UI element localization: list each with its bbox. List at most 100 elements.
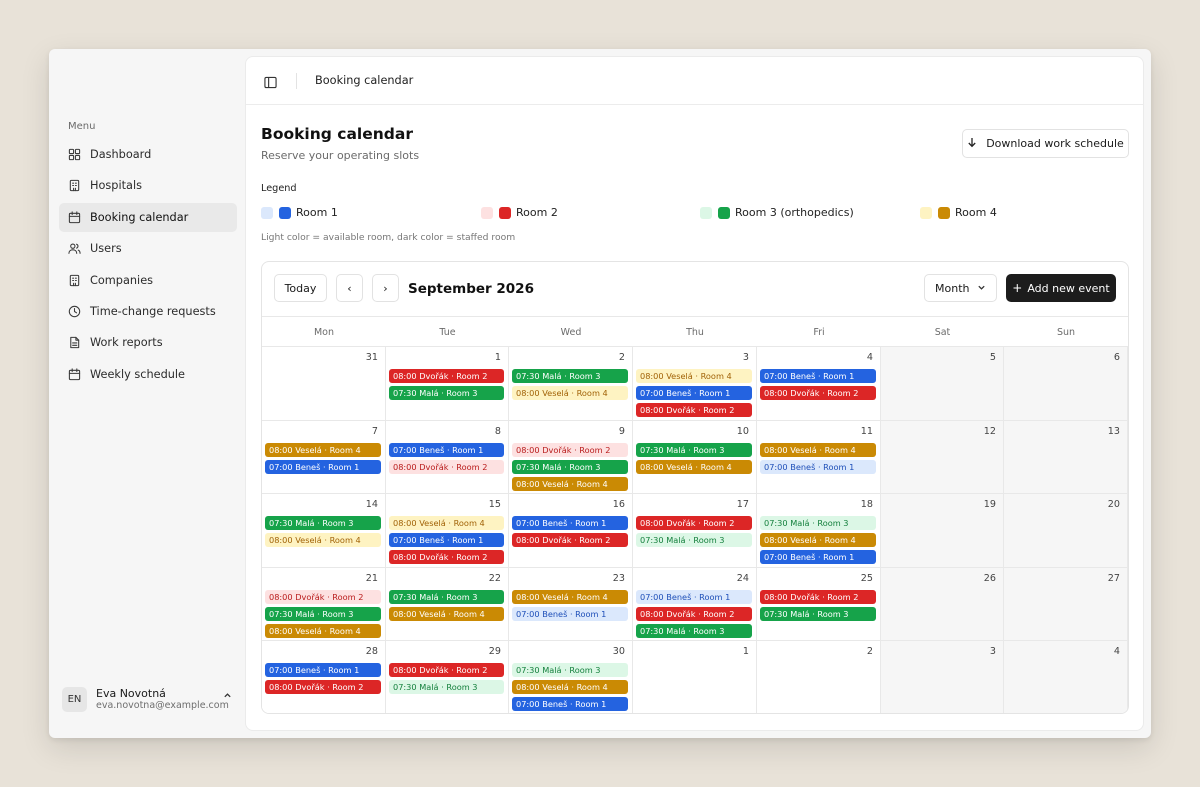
- calendar-event[interactable]: 07:00 Beneš · Room 1: [265, 460, 381, 474]
- sidebar-item-work-reports[interactable]: Work reports: [59, 328, 237, 357]
- calendar-event[interactable]: 07:00 Beneš · Room 1: [512, 516, 628, 530]
- calendar-event[interactable]: 07:30 Malá · Room 3: [636, 624, 752, 638]
- calendar-event[interactable]: 07:00 Beneš · Room 1: [389, 533, 504, 547]
- view-select[interactable]: Month: [924, 274, 997, 302]
- calendar-event[interactable]: 07:00 Beneš · Room 1: [636, 590, 752, 604]
- day-cell[interactable]: 8 07:00 Beneš · Room 1 08:00 Dvořák · Room…: [386, 421, 509, 494]
- calendar-event[interactable]: 07:30 Malá · Room 3: [512, 369, 628, 383]
- download-schedule-button[interactable]: Download work schedule: [962, 129, 1129, 158]
- day-cell[interactable]: 7 08:00 Veselá · Room 4 07:00 Beneš · Room…: [262, 421, 386, 494]
- calendar-event[interactable]: 07:00 Beneš · Room 1: [265, 663, 381, 677]
- day-cell[interactable]: 22 07:30 Malá · Room 3 08:00 Veselá · Room…: [386, 568, 509, 641]
- calendar-event[interactable]: 07:30 Malá · Room 3: [512, 460, 628, 474]
- day-cell[interactable]: 21 08:00 Dvořák · Room 2 07:30 Malá · Room…: [262, 568, 386, 641]
- calendar-event[interactable]: 07:30 Malá · Room 3: [636, 443, 752, 457]
- calendar-event[interactable]: 07:30 Malá · Room 3: [389, 590, 504, 604]
- day-cell[interactable]: 17 08:00 Dvořák · Room 2 07:30 Malá · Room…: [633, 494, 757, 568]
- calendar-event[interactable]: 07:00 Beneš · Room 1: [636, 386, 752, 400]
- day-cell[interactable]: 6: [1004, 347, 1128, 421]
- sidebar-item-hospitals[interactable]: Hospitals: [59, 171, 237, 200]
- sidebar-toggle-icon[interactable]: [264, 74, 277, 89]
- calendar-event[interactable]: 07:00 Beneš · Room 1: [760, 460, 876, 474]
- prev-month-button[interactable]: ‹: [336, 274, 363, 302]
- calendar-event[interactable]: 07:30 Malá · Room 3: [265, 516, 381, 530]
- day-cell[interactable]: 14 07:30 Malá · Room 3 08:00 Veselá · Room…: [262, 494, 386, 568]
- calendar-event[interactable]: 08:00 Veselá · Room 4: [512, 680, 628, 694]
- calendar-event[interactable]: 07:00 Beneš · Room 1: [760, 550, 876, 564]
- day-cell[interactable]: 16 07:00 Beneš · Room 1 08:00 Dvořák · Roo…: [509, 494, 633, 568]
- day-cell[interactable]: 27: [1004, 568, 1128, 641]
- calendar-event[interactable]: 08:00 Dvořák · Room 2: [389, 369, 504, 383]
- calendar-event[interactable]: 07:00 Beneš · Room 1: [389, 443, 504, 457]
- day-cell[interactable]: 13: [1004, 421, 1128, 494]
- calendar-event[interactable]: 08:00 Veselá · Room 4: [265, 533, 381, 547]
- sidebar-item-time-change-requests[interactable]: Time-change requests: [59, 297, 237, 326]
- calendar-event[interactable]: 08:00 Veselá · Room 4: [512, 386, 628, 400]
- day-cell[interactable]: 3 08:00 Veselá · Room 4 07:00 Beneš · Room…: [633, 347, 757, 421]
- calendar-event[interactable]: 08:00 Dvořák · Room 2: [760, 590, 876, 604]
- today-button[interactable]: Today: [274, 274, 327, 302]
- day-cell[interactable]: 5: [881, 347, 1004, 421]
- day-cell[interactable]: 11 08:00 Veselá · Room 4 07:00 Beneš · Roo…: [757, 421, 881, 494]
- day-cell[interactable]: 26: [881, 568, 1004, 641]
- calendar-event[interactable]: 08:00 Veselá · Room 4: [512, 477, 628, 491]
- calendar-event[interactable]: 08:00 Veselá · Room 4: [636, 369, 752, 383]
- day-cell[interactable]: 3: [881, 641, 1004, 713]
- calendar-event[interactable]: 08:00 Dvořák · Room 2: [389, 550, 504, 564]
- day-cell[interactable]: 10 07:30 Malá · Room 3 08:00 Veselá · Room…: [633, 421, 757, 494]
- calendar-event[interactable]: 08:00 Veselá · Room 4: [760, 443, 876, 457]
- day-cell[interactable]: 1 08:00 Dvořák · Room 2 07:30 Malá · Room …: [386, 347, 509, 421]
- day-cell[interactable]: 9 08:00 Dvořák · Room 2 07:30 Malá · Room …: [509, 421, 633, 494]
- day-cell[interactable]: 31: [262, 347, 386, 421]
- calendar-event[interactable]: 07:30 Malá · Room 3: [265, 607, 381, 621]
- calendar-event[interactable]: 08:00 Dvořák · Room 2: [636, 403, 752, 417]
- calendar-event[interactable]: 07:00 Beneš · Room 1: [760, 369, 876, 383]
- calendar-event[interactable]: 07:00 Beneš · Room 1: [512, 697, 628, 711]
- sidebar-item-companies[interactable]: Companies: [59, 266, 237, 295]
- calendar-event[interactable]: 08:00 Veselá · Room 4: [636, 460, 752, 474]
- calendar-event[interactable]: 08:00 Veselá · Room 4: [389, 516, 504, 530]
- day-cell[interactable]: 24 07:00 Beneš · Room 1 08:00 Dvořák · Roo…: [633, 568, 757, 641]
- day-cell[interactable]: 15 08:00 Veselá · Room 4 07:00 Beneš · Roo…: [386, 494, 509, 568]
- calendar-event[interactable]: 07:30 Malá · Room 3: [760, 516, 876, 530]
- day-cell[interactable]: 30 07:30 Malá · Room 3 08:00 Veselá · Room…: [509, 641, 633, 713]
- day-cell[interactable]: 4 07:00 Beneš · Room 1 08:00 Dvořák · Room…: [757, 347, 881, 421]
- calendar-event[interactable]: 07:30 Malá · Room 3: [389, 386, 504, 400]
- calendar-event[interactable]: 08:00 Dvořák · Room 2: [636, 607, 752, 621]
- sidebar-item-booking-calendar[interactable]: Booking calendar: [59, 202, 237, 232]
- calendar-event[interactable]: 08:00 Dvořák · Room 2: [389, 460, 504, 474]
- day-cell[interactable]: 20: [1004, 494, 1128, 568]
- calendar-event[interactable]: 08:00 Dvořák · Room 2: [636, 516, 752, 530]
- calendar-event[interactable]: 07:30 Malá · Room 3: [760, 607, 876, 621]
- day-cell[interactable]: 1: [633, 641, 757, 713]
- calendar-event[interactable]: 07:30 Malá · Room 3: [636, 533, 752, 547]
- calendar-event[interactable]: 08:00 Dvořák · Room 2: [265, 680, 381, 694]
- day-cell[interactable]: 12: [881, 421, 1004, 494]
- day-cell[interactable]: 28 07:00 Beneš · Room 1 08:00 Dvořák · Roo…: [262, 641, 386, 713]
- day-cell[interactable]: 19: [881, 494, 1004, 568]
- sidebar-item-dashboard[interactable]: Dashboard: [59, 140, 237, 169]
- calendar-event[interactable]: 08:00 Dvořák · Room 2: [512, 533, 628, 547]
- calendar-event[interactable]: 08:00 Veselá · Room 4: [512, 590, 628, 604]
- calendar-event[interactable]: 08:00 Veselá · Room 4: [265, 443, 381, 457]
- day-cell[interactable]: 4: [1004, 641, 1128, 713]
- sidebar-item-users[interactable]: Users: [59, 234, 237, 263]
- calendar-event[interactable]: 08:00 Dvořák · Room 2: [389, 663, 504, 677]
- calendar-event[interactable]: 07:30 Malá · Room 3: [512, 663, 628, 677]
- day-cell[interactable]: 29 08:00 Dvořák · Room 2 07:30 Malá · Room…: [386, 641, 509, 713]
- add-event-button[interactable]: + Add new event: [1006, 274, 1116, 302]
- next-month-button[interactable]: ›: [372, 274, 399, 302]
- day-cell[interactable]: 2 07:30 Malá · Room 3 08:00 Veselá · Room …: [509, 347, 633, 421]
- calendar-event[interactable]: 08:00 Veselá · Room 4: [389, 607, 504, 621]
- day-cell[interactable]: 23 08:00 Veselá · Room 4 07:00 Beneš · Roo…: [509, 568, 633, 641]
- calendar-event[interactable]: 07:30 Malá · Room 3: [389, 680, 504, 694]
- sidebar-item-weekly-schedule[interactable]: Weekly schedule: [59, 360, 237, 389]
- calendar-event[interactable]: 08:00 Veselá · Room 4: [265, 624, 381, 638]
- chevron-up-icon[interactable]: [223, 691, 232, 703]
- day-cell[interactable]: 25 08:00 Dvořák · Room 2 07:30 Malá · Room…: [757, 568, 881, 641]
- day-cell[interactable]: 2: [757, 641, 881, 713]
- calendar-event[interactable]: 08:00 Veselá · Room 4: [760, 533, 876, 547]
- calendar-event[interactable]: 07:00 Beneš · Room 1: [512, 607, 628, 621]
- calendar-event[interactable]: 08:00 Dvořák · Room 2: [265, 590, 381, 604]
- user-menu[interactable]: EN Eva Novotná eva.novotna@example.com: [62, 685, 232, 713]
